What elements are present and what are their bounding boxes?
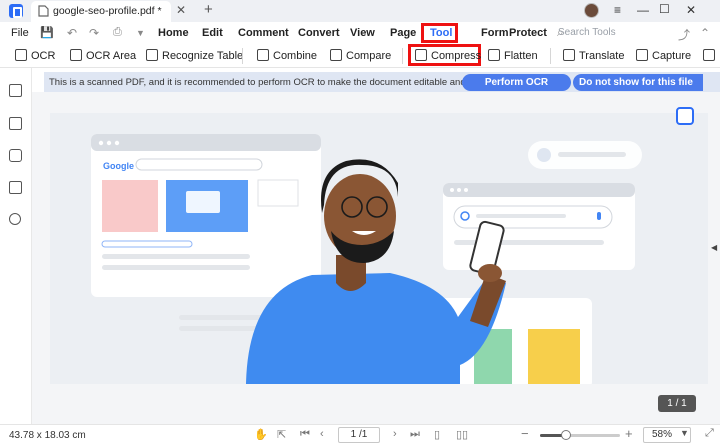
page-counter: 1 / 1 [658, 395, 696, 412]
translate-icon [563, 49, 575, 61]
zoom-in-icon[interactable]: + [625, 426, 633, 441]
perform-ocr-button[interactable]: Perform OCR [462, 74, 571, 91]
flatten-label: Flatten [504, 50, 538, 62]
first-page-icon[interactable]: ⏮ [300, 428, 310, 441]
capture-button[interactable]: Capture [636, 49, 691, 62]
ocr-area-label: OCR Area [86, 50, 137, 62]
menu-comment[interactable]: Comment [238, 27, 289, 39]
compare-label: Compare [346, 50, 392, 62]
select-tool-icon[interactable]: ⇱ [277, 428, 286, 441]
collapse-ribbon-icon[interactable]: ⌃ [700, 26, 710, 40]
print-icon[interactable]: ⎙ [113, 26, 122, 39]
avatar[interactable] [584, 3, 599, 18]
prev-page-icon[interactable]: ‹ [320, 428, 324, 440]
translate-label: Translate [579, 50, 625, 62]
minimize-icon[interactable]: — [637, 3, 649, 17]
more-tools-icon[interactable] [703, 49, 715, 62]
new-tab-icon[interactable]: + [204, 1, 213, 18]
menu-form[interactable]: Form [481, 27, 509, 39]
search-tools-input[interactable]: Search Tools [558, 27, 616, 38]
compress-icon [415, 49, 427, 61]
combine-label: Combine [273, 50, 318, 62]
document-icon [38, 5, 49, 17]
ocr-button[interactable]: OCR [15, 49, 55, 62]
single-page-icon[interactable]: ▯ [434, 428, 440, 441]
menu-home[interactable]: Home [158, 27, 189, 39]
toolbar-divider [242, 48, 243, 64]
menu-view[interactable]: View [350, 27, 375, 39]
recognize-table-label: Recognize Table [162, 50, 244, 62]
customize-dropdown-icon[interactable]: ▼ [136, 28, 145, 38]
ocr-area-icon [70, 49, 82, 61]
flatten-button[interactable]: Flatten [488, 49, 538, 62]
page-number-input[interactable]: 1 /1 [338, 427, 380, 443]
last-page-icon[interactable]: ⏭ [410, 428, 420, 441]
search-panel-icon[interactable] [9, 213, 21, 225]
ocr-notice-text: This is a scanned PDF, and it is recomme… [49, 77, 518, 88]
chevron-down-icon[interactable]: ▼ [680, 428, 689, 438]
ocr-label: OCR [31, 50, 56, 62]
expand-right-panel-icon[interactable]: ◀ [711, 243, 717, 252]
compare-icon [330, 49, 342, 61]
tab-title: google-seo-profile.pdf * [53, 5, 162, 17]
redo-icon[interactable]: ↷ [89, 26, 99, 40]
hand-tool-icon[interactable]: ✋ [254, 428, 268, 441]
toolbar-divider [550, 48, 551, 64]
undo-icon[interactable]: ↶ [67, 26, 77, 40]
compress-button[interactable]: Compress [415, 49, 481, 62]
menu-edit[interactable]: Edit [202, 27, 223, 39]
flatten-icon [488, 49, 500, 61]
capture-label: Capture [652, 50, 692, 62]
close-window-icon[interactable]: ✕ [686, 3, 696, 17]
menu-page[interactable]: Page [390, 27, 416, 39]
menu-convert[interactable]: Convert [298, 27, 340, 39]
attachment-icon[interactable] [9, 181, 22, 194]
thumbnails-icon[interactable] [9, 84, 22, 97]
pdf-page: Google [50, 113, 708, 384]
two-page-icon[interactable]: ▯▯ [456, 428, 468, 441]
do-not-show-button[interactable]: Do not show for this file [573, 74, 703, 91]
capture-icon [636, 49, 648, 61]
combine-icon [257, 49, 269, 61]
menu-protect[interactable]: Protect [509, 27, 547, 39]
maximize-icon[interactable]: ☐ [659, 2, 670, 16]
menu-icon[interactable]: ≡ [614, 3, 621, 17]
compare-button[interactable]: Compare [330, 49, 391, 62]
close-tab-icon[interactable]: ✕ [176, 3, 186, 17]
bookmark-icon[interactable] [9, 117, 22, 130]
ocr-icon [15, 49, 27, 61]
save-icon[interactable]: 💾 [40, 26, 54, 39]
menu-file[interactable]: File [11, 27, 29, 39]
ocr-float-icon[interactable] [676, 107, 694, 125]
share-icon[interactable]: ⤴ [678, 26, 690, 43]
zoom-out-icon[interactable]: − [521, 426, 529, 441]
comment-icon[interactable] [9, 149, 22, 162]
combine-button[interactable]: Combine [257, 49, 317, 62]
toolbar-divider [402, 48, 403, 64]
google-logo: Google [103, 161, 134, 171]
menu-tool-label: Tool [430, 27, 453, 39]
seo-illustration: Google [91, 134, 642, 384]
next-page-icon[interactable]: › [393, 428, 397, 440]
table-icon [146, 49, 158, 61]
fit-icon[interactable]: ⤢ [705, 427, 714, 440]
translate-button[interactable]: Translate [563, 49, 624, 62]
page-dimensions: 43.78 x 18.03 cm [9, 430, 86, 441]
app-logo-icon [9, 4, 23, 18]
recognize-table-button[interactable]: Recognize Table [146, 49, 243, 62]
compress-label: Compress [431, 50, 482, 62]
ocr-area-button[interactable]: OCR Area [70, 49, 136, 62]
